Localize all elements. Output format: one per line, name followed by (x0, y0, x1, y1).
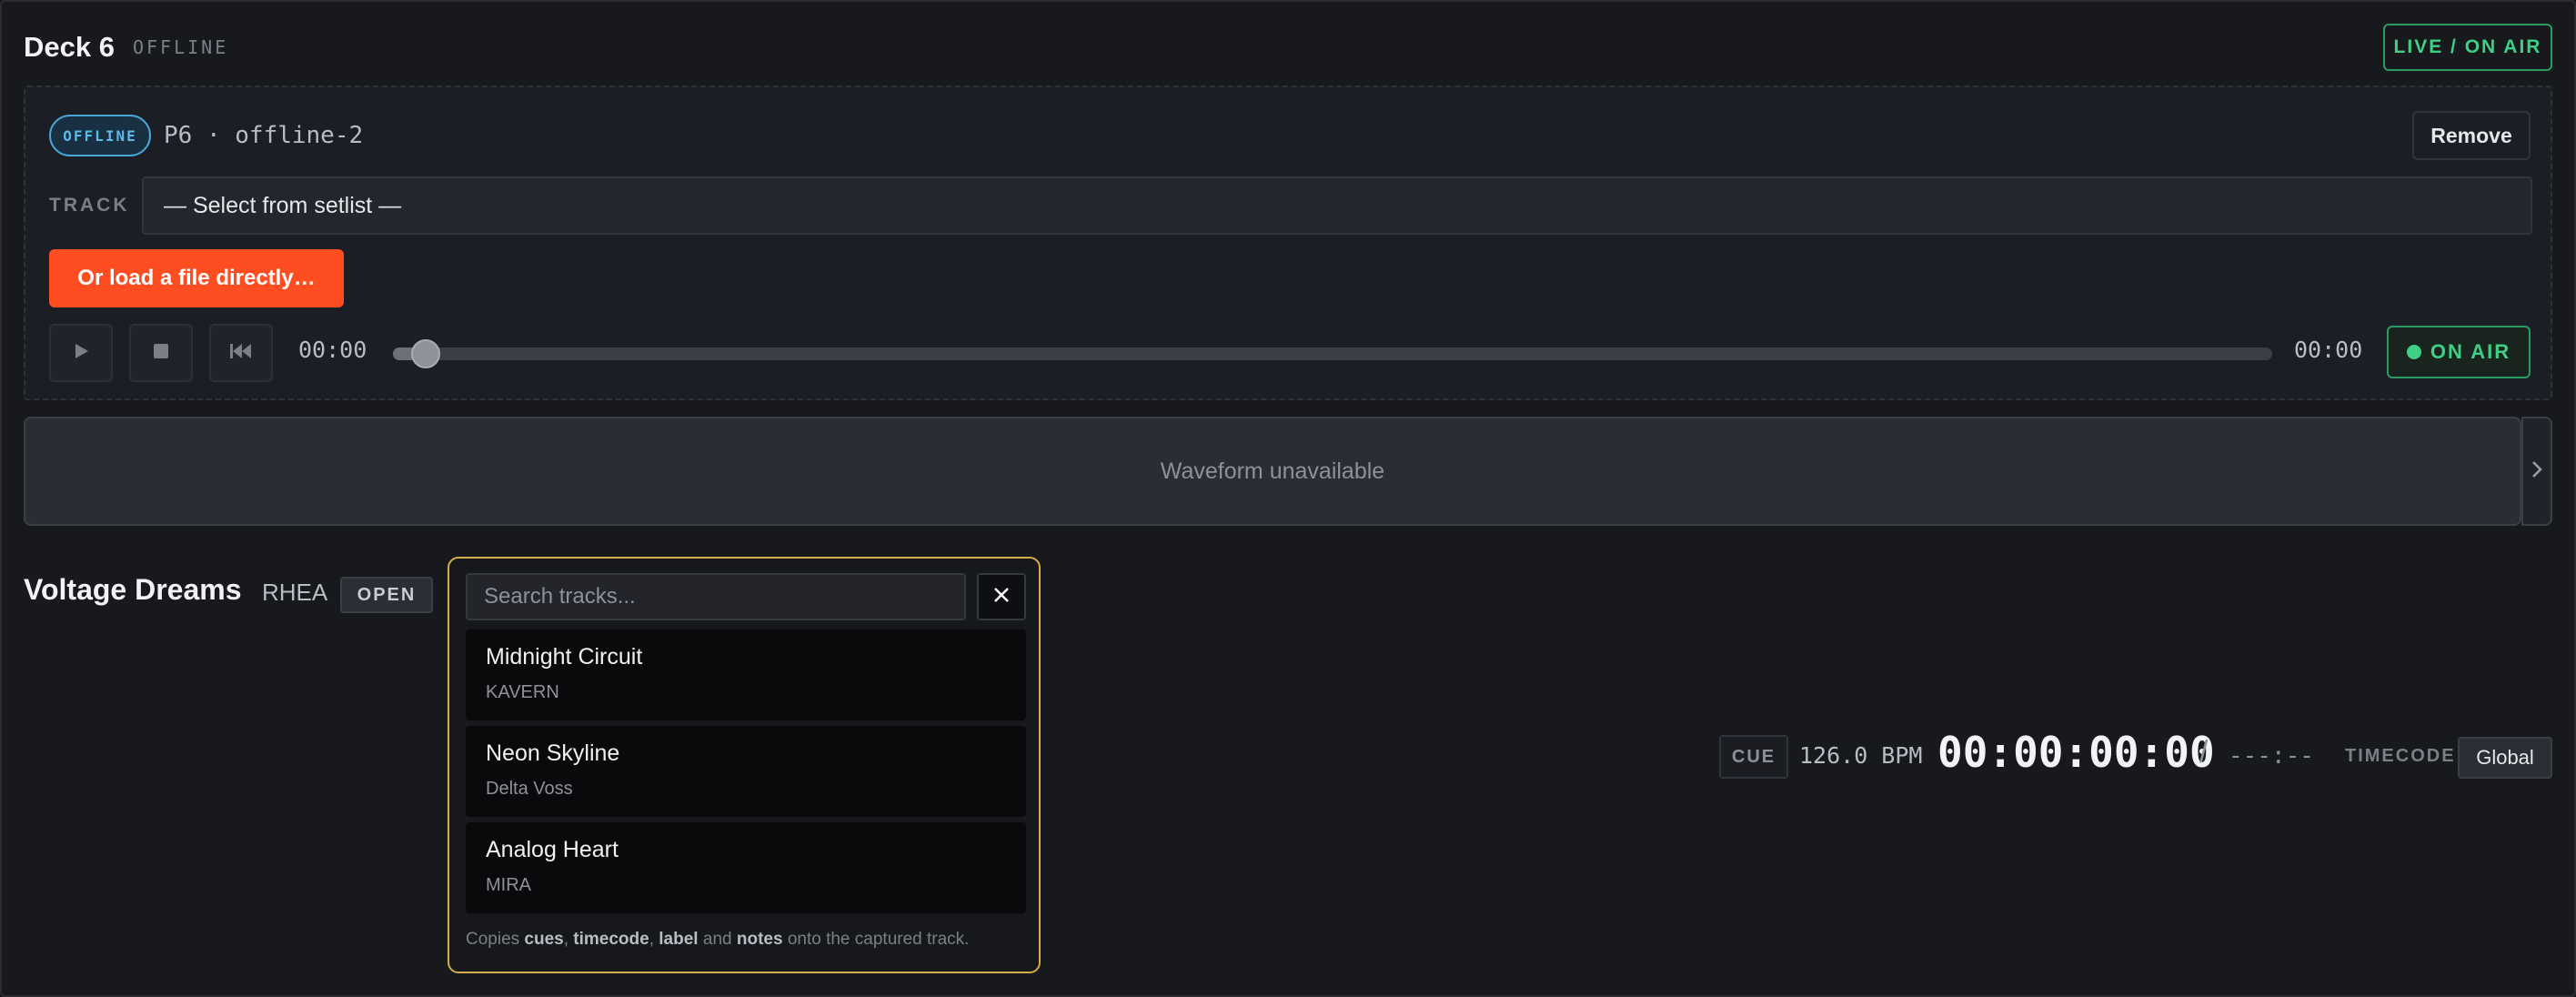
result-title: Neon Skyline (486, 740, 620, 766)
waveform-message: Waveform unavailable (1160, 458, 1385, 484)
timecode-label: TIMECODE (2345, 746, 2456, 766)
result-title: Midnight Circuit (486, 644, 643, 670)
live-on-air-button[interactable]: LIVE / ON AIR (2383, 24, 2552, 71)
cue-button[interactable]: CUE (1719, 735, 1788, 779)
play-icon (72, 342, 90, 365)
close-icon (992, 586, 1011, 609)
song-title: Voltage Dreams (24, 573, 242, 606)
search-input[interactable] (466, 573, 966, 620)
close-button[interactable] (977, 573, 1026, 620)
result-title: Analog Heart (486, 837, 619, 862)
remove-button[interactable]: Remove (2412, 111, 2531, 160)
progress-bar[interactable] (393, 339, 2272, 368)
timecode-display: 00:00:00:00 (1937, 728, 2215, 777)
deck-header: Deck 6 OFFLINE (24, 27, 228, 67)
search-result-item[interactable]: Midnight Circuit KAVERN (466, 629, 1026, 720)
player-panel: OFFLINE P6 · offline-2 Remove TRACK — Se… (24, 86, 2552, 400)
on-air-label: ON AIR (2430, 340, 2511, 363)
stop-icon (152, 342, 170, 365)
result-artist: Delta Voss (486, 779, 573, 799)
skip-back-button[interactable] (209, 324, 273, 382)
chevron-right-icon (2531, 459, 2543, 484)
on-air-indicator-icon (2406, 345, 2421, 359)
timecode-separator: / (2199, 735, 2209, 770)
timecode-mode-button[interactable]: Global (2458, 737, 2552, 779)
load-file-button[interactable]: Or load a file directly… (49, 249, 344, 307)
waveform-panel: Waveform unavailable (24, 417, 2521, 526)
timecode-duration: ---:-- (2229, 742, 2314, 770)
play-button[interactable] (49, 324, 113, 382)
stop-button[interactable] (129, 324, 193, 382)
deck-status: OFFLINE (132, 36, 229, 58)
result-artist: KAVERN (486, 682, 559, 702)
song-artist: RHEA (262, 579, 328, 606)
search-result-item[interactable]: Neon Skyline Delta Voss (466, 726, 1026, 817)
elapsed-time: 00:00 (298, 337, 367, 363)
bpm-readout: 126.0 BPM (1799, 742, 1923, 769)
skip-back-icon (229, 342, 253, 365)
track-label: TRACK (49, 195, 130, 216)
track-select[interactable]: — Select from setlist — (142, 176, 2532, 235)
deck-title: Deck 6 (24, 31, 115, 63)
on-air-button[interactable]: ON AIR (2387, 326, 2531, 378)
result-artist: MIRA (486, 875, 531, 895)
status-badge: OFFLINE (49, 115, 151, 156)
popover-note: Copies cues, timecode, label and notes o… (466, 930, 970, 949)
progress-handle[interactable] (411, 339, 440, 368)
song-state-badge[interactable]: OPEN (340, 577, 433, 613)
player-id: P6 · offline-2 (164, 122, 364, 149)
search-result-item[interactable]: Analog Heart MIRA (466, 822, 1026, 913)
duration-time: 00:00 (2294, 337, 2363, 363)
waveform-expand-button[interactable] (2521, 417, 2552, 526)
track-search-popover: Midnight Circuit KAVERN Neon Skyline Del… (448, 557, 1041, 973)
